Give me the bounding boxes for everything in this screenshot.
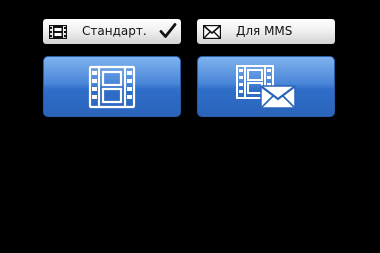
checkmark-icon: [159, 23, 177, 38]
film-large-icon: [88, 65, 136, 108]
film-icon: [49, 25, 67, 39]
film-envelope-icon: [236, 64, 296, 109]
standard-button[interactable]: [43, 56, 181, 117]
envelope-icon: [203, 25, 221, 39]
option-mms: Для MMS: [197, 19, 335, 117]
option-standard-label: Стандарт.: [82, 24, 147, 38]
option-mms-label: Для MMS: [236, 24, 293, 38]
option-standard-label-bar: Стандарт.: [43, 19, 181, 44]
option-standard: Стандарт.: [43, 19, 181, 117]
mms-button[interactable]: [197, 56, 335, 117]
option-mms-label-bar: Для MMS: [197, 19, 335, 44]
